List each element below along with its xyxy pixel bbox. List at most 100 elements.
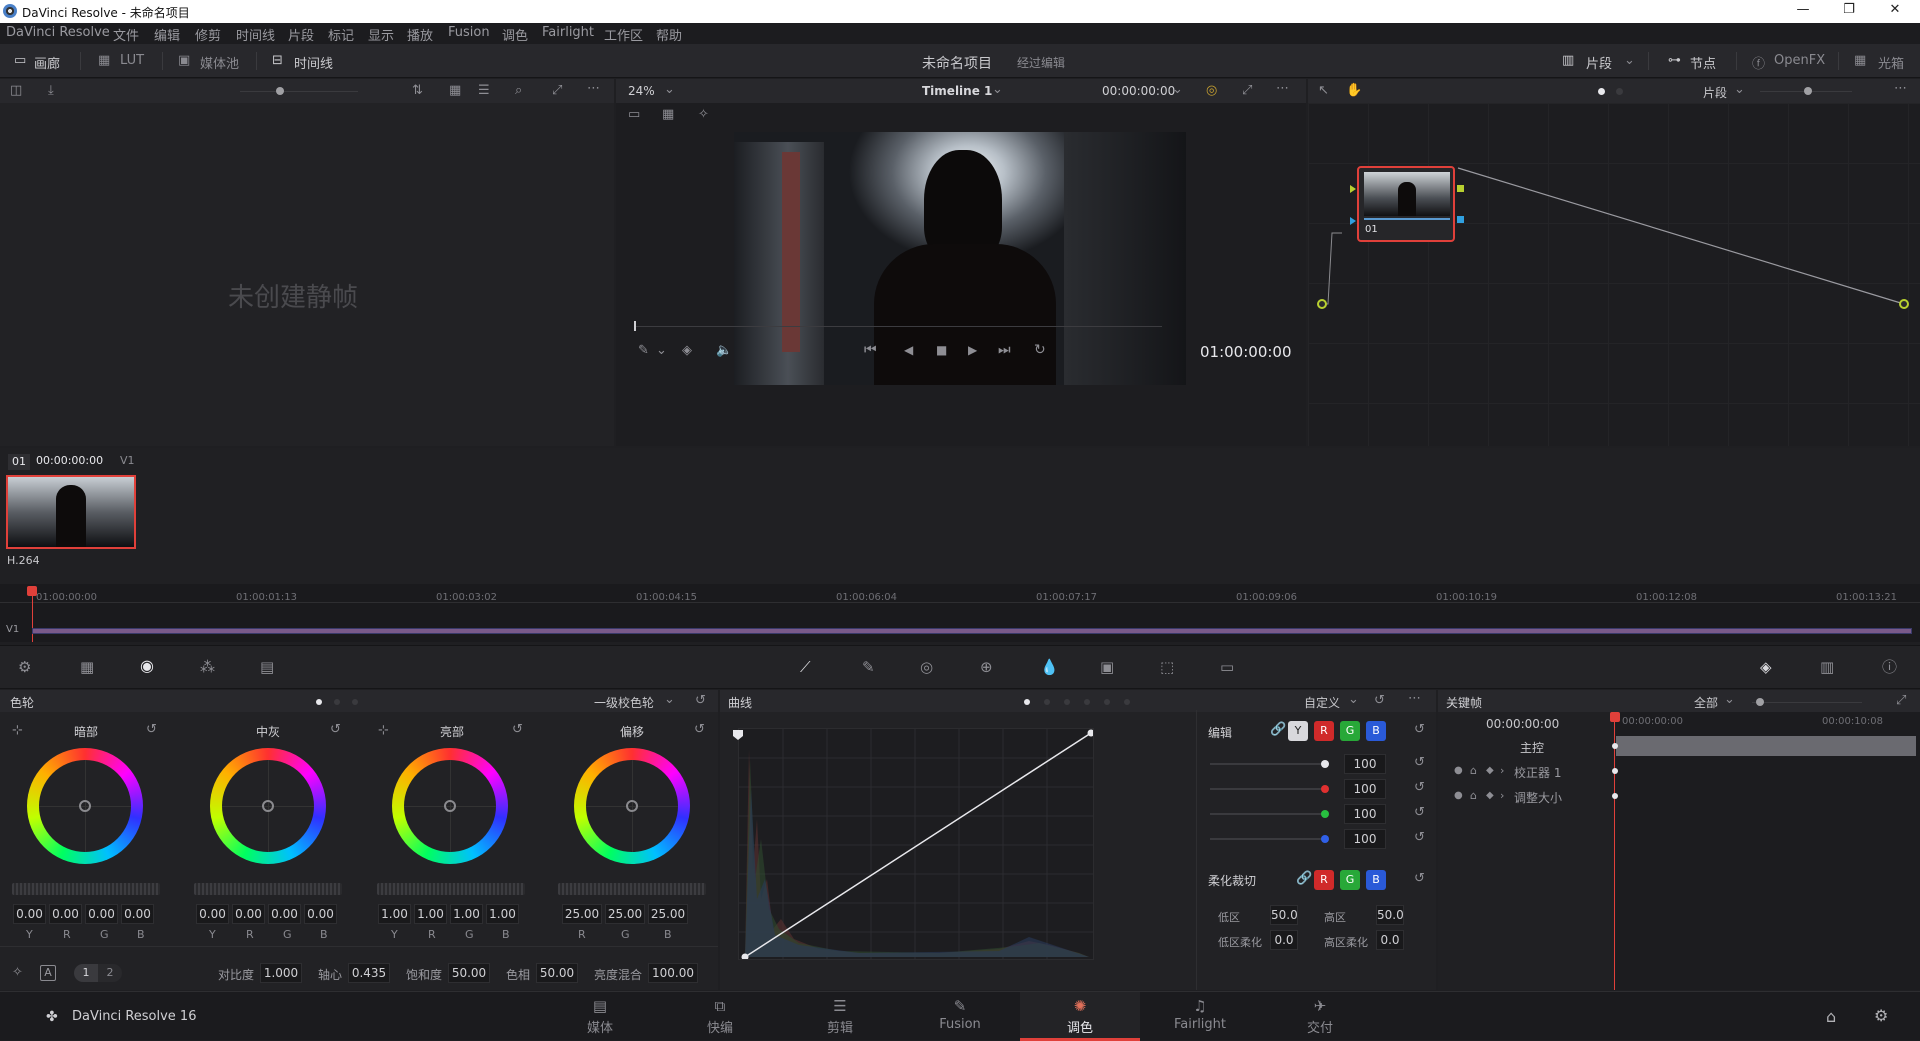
low-value[interactable]: 50.0 (1270, 905, 1298, 925)
color-bypass-icon[interactable]: ◎ (1206, 84, 1217, 98)
zoom-chevron-icon[interactable]: ⌄ (664, 83, 675, 97)
lightbox-button[interactable]: 光箱 (1878, 53, 1904, 72)
offset-wheel[interactable] (574, 748, 690, 864)
window-icon[interactable]: ◎ (920, 660, 933, 675)
clips-button[interactable]: 片段 (1586, 53, 1612, 72)
node-zoom-slider[interactable] (1804, 87, 1812, 95)
page-cut[interactable]: ⧉ 快编 (660, 992, 780, 1041)
gain-master-wheel[interactable] (377, 883, 525, 895)
offset-r-value[interactable]: 25.00 (562, 904, 602, 924)
key-icon[interactable]: ▣ (1100, 660, 1114, 675)
offset-b-value[interactable]: 25.00 (648, 904, 688, 924)
playhead-scrubber[interactable] (634, 321, 636, 331)
menu-playback[interactable]: 播放 (407, 25, 433, 44)
keyframe-zoom-slider[interactable] (1756, 698, 1764, 706)
channel-r-button[interactable]: R (1314, 721, 1334, 741)
menu-fusion[interactable]: Fusion (448, 25, 490, 40)
auto-balance-icon[interactable]: ✧ (12, 966, 23, 980)
gain-picker-icon[interactable]: ⊹ (378, 724, 389, 738)
rgb-mixer-icon[interactable]: ⁂ (200, 660, 215, 675)
lift-wheel[interactable] (27, 748, 143, 864)
link-icon[interactable]: 🔗 (1270, 723, 1286, 737)
saturation-value[interactable]: 50.00 (448, 963, 490, 983)
curves-mode-chevron-icon[interactable]: ⌄ (1348, 693, 1359, 707)
b-intensity-reset-icon[interactable]: ↺ (1414, 831, 1425, 845)
clip-thumbnail[interactable] (6, 475, 136, 549)
lift-r-value[interactable]: 0.00 (49, 904, 82, 924)
timeline-chevron-icon[interactable]: ⌄ (992, 83, 1003, 97)
gamma-wheel[interactable] (210, 748, 326, 864)
skip-to-end-icon[interactable]: ⏭ (998, 343, 1011, 357)
play-icon[interactable]: ▶ (968, 343, 977, 357)
menu-workspace[interactable]: 工作区 (604, 25, 643, 44)
gallery-button[interactable]: 画廊 (34, 53, 60, 72)
skip-to-start-icon[interactable]: ⏮ (864, 343, 877, 357)
menu-mark[interactable]: 标记 (328, 25, 354, 44)
soft-clip-g-button[interactable]: G (1340, 870, 1360, 890)
gain-b-value[interactable]: 1.00 (486, 904, 519, 924)
page-media[interactable]: ▤ 媒体 (540, 992, 660, 1041)
viewer-fullscreen-icon[interactable]: ⤢ (1242, 84, 1252, 98)
fullscreen-icon[interactable]: ⤢ (552, 84, 562, 98)
lift-g-value[interactable]: 0.00 (85, 904, 118, 924)
zoom-level[interactable]: 24% (628, 84, 655, 98)
stop-icon[interactable]: ■ (936, 343, 947, 357)
high-value[interactable]: 50.0 (1376, 905, 1404, 925)
curves-reset-icon[interactable]: ↺ (1374, 694, 1385, 708)
gamma-g-value[interactable]: 0.00 (268, 904, 301, 924)
eyedropper-chevron-icon[interactable]: ⌄ (656, 344, 667, 358)
thumb-size-slider[interactable] (276, 87, 284, 95)
info-icon[interactable]: ⓘ (1882, 660, 1897, 675)
pivot-value[interactable]: 0.435 (348, 963, 390, 983)
viewer-more-icon[interactable]: ⋯ (1276, 82, 1289, 96)
soft-clip-r-button[interactable]: R (1314, 870, 1334, 890)
layers-icon[interactable]: ◈ (682, 344, 692, 358)
sizing-enable-icon[interactable]: ● (1454, 789, 1463, 803)
menu-davinci[interactable]: DaVinci Resolve (6, 25, 110, 40)
keyframes-icon[interactable]: ◈ (1760, 660, 1772, 675)
hue-value[interactable]: 50.00 (536, 963, 578, 983)
r-intensity-reset-icon[interactable]: ↺ (1414, 781, 1425, 795)
page-fairlight[interactable]: ♫ Fairlight (1140, 992, 1260, 1041)
g-intensity-reset-icon[interactable]: ↺ (1414, 806, 1425, 820)
auto-color-icon[interactable]: A (40, 965, 56, 981)
gamma-reset-icon[interactable]: ↺ (330, 723, 341, 737)
keyframe-playhead[interactable] (1610, 712, 1620, 722)
chevron-down-icon[interactable]: ⌄ (1624, 53, 1635, 68)
grid-view-icon[interactable]: ▦ (449, 84, 461, 98)
channel-b-button[interactable]: B (1366, 721, 1386, 741)
offset-master-wheel[interactable] (558, 883, 706, 895)
lift-picker-icon[interactable]: ⊹ (12, 724, 23, 738)
lift-master-wheel[interactable] (12, 883, 160, 895)
scopes-icon[interactable]: ▥ (1820, 660, 1834, 675)
g-intensity-value[interactable]: 100 (1344, 804, 1386, 824)
corrector-keyframe-icon[interactable]: ◆ (1486, 764, 1494, 778)
menu-view[interactable]: 显示 (368, 25, 394, 44)
volume-icon[interactable]: 🔈 (716, 344, 732, 358)
wheels-page-2[interactable]: 2 (98, 964, 122, 982)
b-intensity-value[interactable]: 100 (1344, 829, 1386, 849)
more-options-icon[interactable]: ⋯ (587, 82, 600, 96)
soft-clip-b-button[interactable]: B (1366, 870, 1386, 890)
menu-file[interactable]: 文件 (113, 25, 139, 44)
tracker-icon[interactable]: ⊕ (980, 660, 993, 675)
mode-chevron-icon[interactable]: ⌄ (664, 693, 675, 707)
master-keyframe-track[interactable] (1616, 736, 1916, 756)
timeline-button[interactable]: 时间线 (294, 53, 333, 72)
sort-icon[interactable]: ⇅ (412, 84, 423, 98)
timeline-name[interactable]: Timeline 1 (922, 84, 992, 98)
soft-clip-link-icon[interactable]: 🔗 (1296, 872, 1312, 886)
wheels-page-1[interactable]: 1 (74, 964, 98, 982)
list-view-icon[interactable]: ☰ (478, 84, 490, 98)
lift-reset-icon[interactable]: ↺ (146, 723, 157, 737)
contrast-value[interactable]: 1.000 (260, 963, 302, 983)
split-viewer-icon[interactable]: ▦ (662, 108, 674, 122)
menu-help[interactable]: 帮助 (656, 25, 682, 44)
menu-color[interactable]: 调色 (502, 25, 528, 44)
camera-raw-icon[interactable]: ⚙ (18, 660, 31, 675)
channel-y-button[interactable]: Y (1288, 721, 1308, 741)
gain-g-value[interactable]: 1.00 (450, 904, 483, 924)
menu-timeline[interactable]: 时间线 (236, 25, 275, 44)
motion-effects-icon[interactable]: ▤ (260, 660, 274, 675)
curves-more-icon[interactable]: ⋯ (1408, 692, 1421, 706)
